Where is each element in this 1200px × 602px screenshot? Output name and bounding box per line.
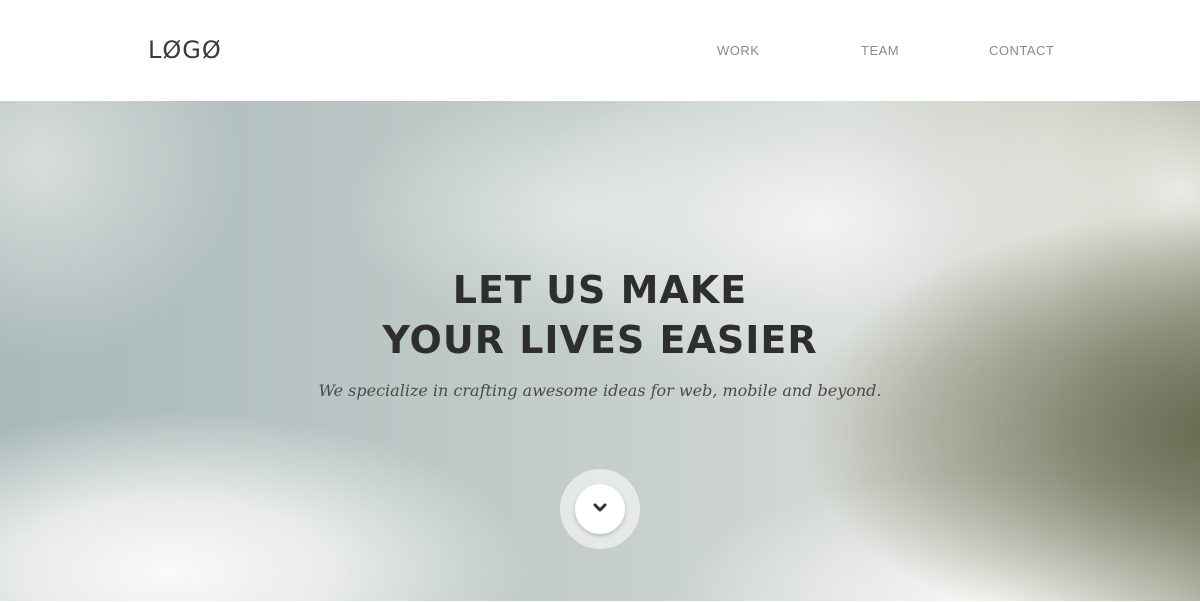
scroll-down-ring [560, 469, 640, 549]
hero-title: LET US MAKE YOUR LIVES EASIER [0, 265, 1200, 365]
hero-subtitle: We specialize in crafting awesome ideas … [318, 381, 882, 400]
logo[interactable]: LØGØ [148, 36, 222, 64]
nav-link-work[interactable]: WORK [717, 43, 759, 58]
landing-page: LØGØ WORK TEAM CONTACT LET US MAKE YOUR … [0, 0, 1200, 602]
nav-link-team[interactable]: TEAM [861, 43, 899, 58]
scroll-down-button[interactable] [575, 484, 625, 534]
navbar: LØGØ WORK TEAM CONTACT [0, 0, 1200, 101]
hero-section: LET US MAKE YOUR LIVES EASIER We special… [0, 101, 1200, 601]
hero-title-line-2: YOUR LIVES EASIER [382, 318, 818, 362]
chevron-down-icon [593, 503, 607, 512]
nav-link-contact[interactable]: CONTACT [989, 43, 1054, 58]
hero-title-line-1: LET US MAKE [452, 268, 748, 312]
